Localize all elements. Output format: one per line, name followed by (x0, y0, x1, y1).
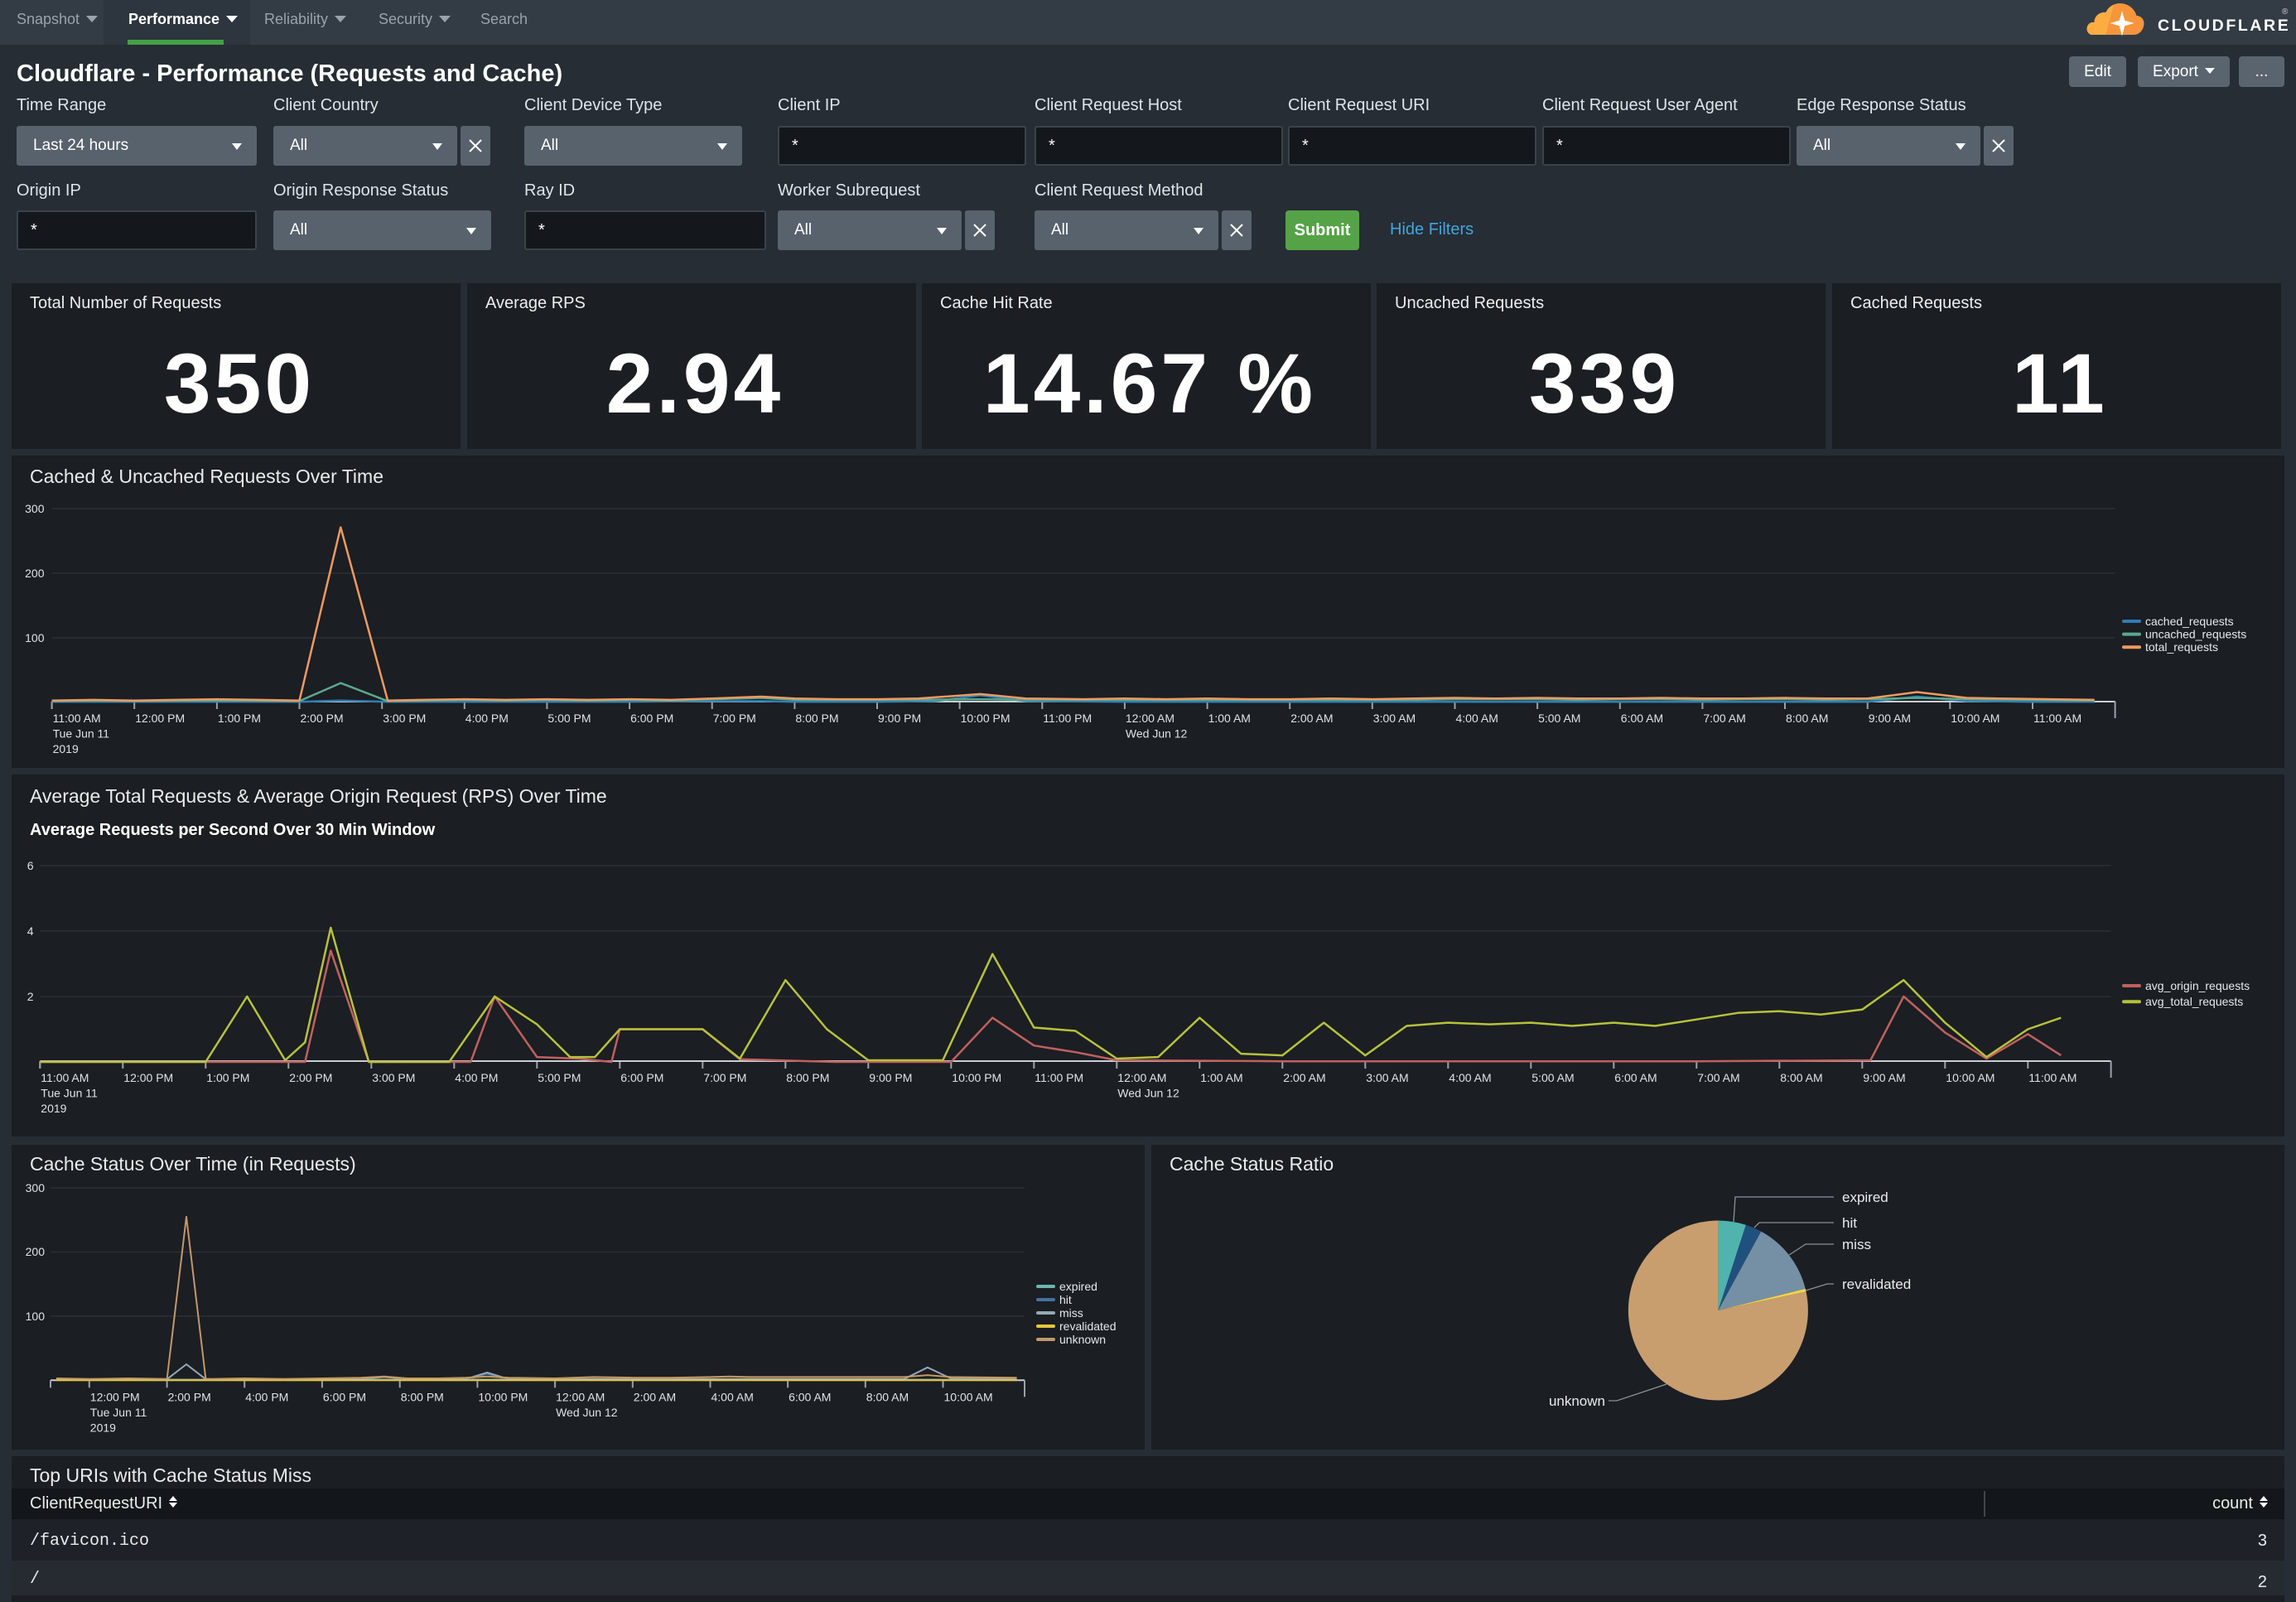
svg-text:11:00 AM: 11:00 AM (2033, 712, 2081, 725)
svg-text:10:00 PM: 10:00 PM (952, 1071, 1001, 1084)
svg-text:6:00 PM: 6:00 PM (620, 1071, 663, 1084)
svg-text:9:00 PM: 9:00 PM (878, 712, 921, 725)
svg-text:7:00 AM: 7:00 AM (1703, 712, 1745, 725)
svg-text:5:00 PM: 5:00 PM (538, 1071, 581, 1084)
svg-text:11:00 AM: 11:00 AM (41, 1071, 89, 1084)
svg-text:unknown: unknown (1549, 1393, 1605, 1409)
svg-text:12:00 PM: 12:00 PM (123, 1071, 173, 1084)
svg-text:11:00 AM: 11:00 AM (2028, 1071, 2077, 1084)
svg-text:4:00 AM: 4:00 AM (1456, 712, 1498, 725)
svg-text:expired: expired (1842, 1189, 1888, 1205)
svg-text:cached_requests: cached_requests (2145, 615, 2234, 628)
svg-text:12:00 PM: 12:00 PM (90, 1390, 140, 1403)
svg-text:10:00 PM: 10:00 PM (478, 1390, 528, 1403)
svg-text:CLOUDFLARE: CLOUDFLARE (2158, 17, 2290, 35)
svg-text:11:00 PM: 11:00 PM (1043, 712, 1092, 725)
svg-text:2:00 AM: 2:00 AM (1283, 1071, 1325, 1084)
svg-text:8:00 AM: 8:00 AM (1786, 712, 1828, 725)
svg-text:300: 300 (25, 502, 45, 515)
svg-text:12:00 AM: 12:00 AM (1126, 712, 1175, 725)
svg-text:6:00 AM: 6:00 AM (1621, 712, 1663, 725)
svg-text:11:00 AM: 11:00 AM (53, 712, 101, 725)
svg-text:revalidated: revalidated (1059, 1320, 1117, 1333)
svg-text:avg_origin_requests: avg_origin_requests (2145, 979, 2250, 992)
svg-text:2:00 PM: 2:00 PM (301, 712, 344, 725)
svg-text:12:00 AM: 12:00 AM (1117, 1071, 1166, 1084)
svg-text:5:00 PM: 5:00 PM (547, 712, 591, 725)
svg-text:9:00 AM: 9:00 AM (1869, 712, 1911, 725)
svg-text:9:00 AM: 9:00 AM (1863, 1071, 1905, 1084)
svg-text:2019: 2019 (90, 1421, 116, 1434)
svg-text:expired: expired (1059, 1280, 1097, 1293)
svg-text:8:00 PM: 8:00 PM (786, 1071, 829, 1084)
svg-text:12:00 PM: 12:00 PM (135, 712, 185, 725)
svg-text:10:00 AM: 10:00 AM (1951, 712, 1999, 725)
svg-text:4:00 PM: 4:00 PM (245, 1390, 288, 1403)
svg-text:2:00 PM: 2:00 PM (168, 1390, 211, 1403)
svg-text:8:00 PM: 8:00 PM (401, 1390, 444, 1403)
svg-text:11:00 PM: 11:00 PM (1035, 1071, 1083, 1084)
svg-text:6: 6 (27, 859, 34, 872)
svg-text:2019: 2019 (41, 1102, 66, 1115)
svg-text:unknown: unknown (1059, 1333, 1106, 1346)
svg-text:4:00 AM: 4:00 AM (1449, 1071, 1491, 1084)
svg-text:miss: miss (1059, 1306, 1083, 1320)
svg-text:200: 200 (26, 1245, 46, 1258)
svg-text:3:00 PM: 3:00 PM (383, 712, 426, 725)
svg-text:avg_total_requests: avg_total_requests (2145, 995, 2243, 1008)
svg-text:1:00 PM: 1:00 PM (206, 1071, 249, 1084)
svg-text:Wed Jun 12: Wed Jun 12 (1117, 1087, 1179, 1100)
svg-text:300: 300 (26, 1181, 46, 1194)
svg-text:200: 200 (25, 567, 45, 580)
svg-text:Tue Jun 11: Tue Jun 11 (90, 1406, 147, 1419)
svg-text:3:00 AM: 3:00 AM (1366, 1071, 1408, 1084)
svg-text:8:00 AM: 8:00 AM (1780, 1071, 1822, 1084)
svg-text:Wed Jun 12: Wed Jun 12 (1126, 727, 1188, 741)
svg-text:100: 100 (25, 631, 45, 644)
svg-text:1:00 AM: 1:00 AM (1200, 1071, 1242, 1084)
svg-text:Tue Jun 11: Tue Jun 11 (53, 727, 110, 741)
svg-text:hit: hit (1059, 1293, 1072, 1306)
svg-text:2019: 2019 (53, 742, 79, 755)
svg-text:12:00 AM: 12:00 AM (556, 1390, 605, 1403)
svg-text:8:00 AM: 8:00 AM (866, 1390, 909, 1403)
svg-text:6:00 PM: 6:00 PM (323, 1390, 366, 1403)
svg-text:9:00 PM: 9:00 PM (869, 1071, 912, 1084)
svg-text:1:00 PM: 1:00 PM (218, 712, 261, 725)
svg-text:8:00 PM: 8:00 PM (795, 712, 838, 725)
svg-text:6:00 AM: 6:00 AM (1614, 1071, 1657, 1084)
svg-text:4: 4 (27, 924, 34, 938)
svg-text:®: ® (2282, 7, 2289, 17)
svg-text:miss: miss (1842, 1237, 1871, 1252)
svg-text:Wed Jun 12: Wed Jun 12 (556, 1406, 618, 1419)
svg-text:100: 100 (26, 1310, 46, 1323)
svg-text:3:00 AM: 3:00 AM (1373, 712, 1416, 725)
svg-text:7:00 AM: 7:00 AM (1697, 1071, 1739, 1084)
svg-text:5:00 AM: 5:00 AM (1538, 712, 1580, 725)
svg-text:Tue Jun 11: Tue Jun 11 (41, 1087, 98, 1100)
svg-text:6:00 PM: 6:00 PM (630, 712, 673, 725)
svg-text:5:00 AM: 5:00 AM (1531, 1071, 1574, 1084)
svg-text:total_requests: total_requests (2145, 640, 2218, 654)
svg-text:3:00 PM: 3:00 PM (372, 1071, 415, 1084)
svg-text:revalidated: revalidated (1842, 1276, 1911, 1292)
svg-text:2:00 AM: 2:00 AM (1290, 712, 1333, 725)
svg-text:10:00 AM: 10:00 AM (944, 1390, 993, 1403)
svg-text:4:00 AM: 4:00 AM (711, 1390, 754, 1403)
svg-text:uncached_requests: uncached_requests (2145, 628, 2246, 641)
svg-text:10:00 PM: 10:00 PM (961, 712, 1011, 725)
svg-text:4:00 PM: 4:00 PM (455, 1071, 498, 1084)
svg-text:1:00 AM: 1:00 AM (1208, 712, 1251, 725)
svg-text:4:00 PM: 4:00 PM (465, 712, 509, 725)
svg-text:10:00 AM: 10:00 AM (1946, 1071, 1995, 1084)
svg-text:7:00 PM: 7:00 PM (713, 712, 756, 725)
svg-text:2: 2 (27, 990, 34, 1003)
svg-text:hit: hit (1842, 1215, 1857, 1231)
svg-text:2:00 AM: 2:00 AM (634, 1390, 676, 1403)
svg-text:6:00 AM: 6:00 AM (789, 1390, 831, 1403)
svg-text:2:00 PM: 2:00 PM (289, 1071, 332, 1084)
svg-text:7:00 PM: 7:00 PM (703, 1071, 746, 1084)
